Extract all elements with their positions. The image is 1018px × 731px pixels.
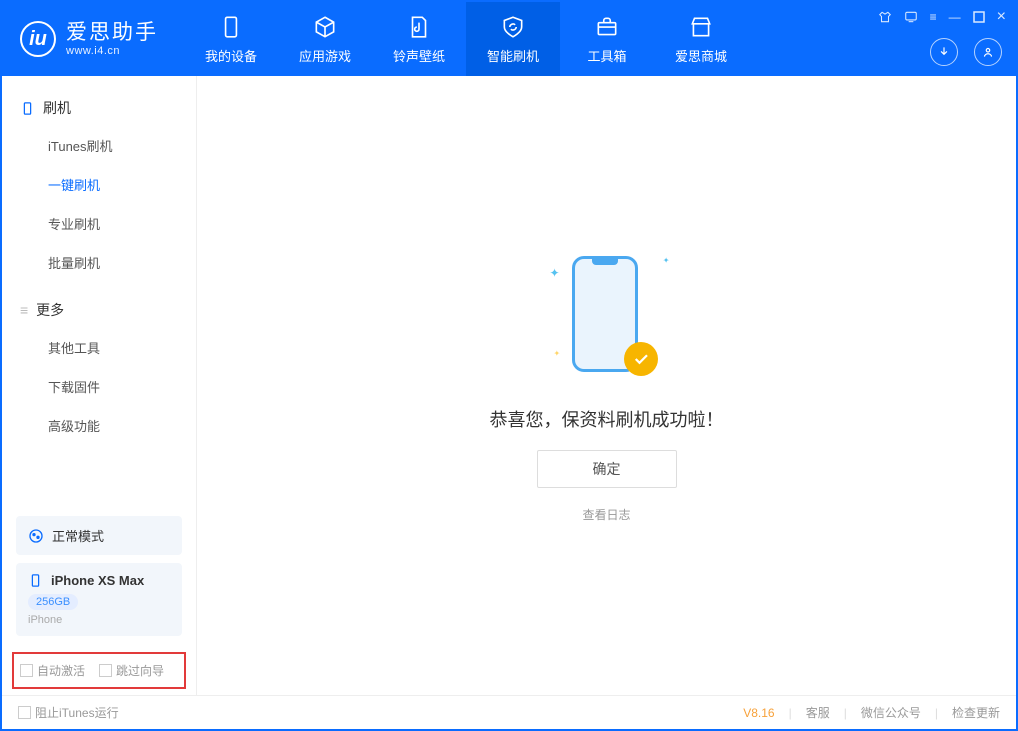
- mode-icon: [28, 528, 44, 544]
- sidebar-item-pro-flash[interactable]: 专业刷机: [2, 204, 196, 243]
- device-box[interactable]: iPhone XS Max 256GB iPhone: [16, 563, 182, 636]
- sidebar-item-advanced[interactable]: 高级功能: [2, 406, 196, 445]
- main-content: ✦ ✦ ✦ 恭喜您，保资料刷机成功啦！ 确定 查看日志: [197, 76, 1016, 695]
- list-icon: ≡: [20, 302, 28, 318]
- logo-icon: iu: [20, 21, 56, 57]
- ok-button[interactable]: 确定: [537, 450, 677, 488]
- sidebar-item-onekey-flash[interactable]: 一键刷机: [2, 165, 196, 204]
- device-name: iPhone XS Max: [51, 573, 144, 588]
- header: iu 爱思助手 www.i4.cn 我的设备 应用游戏 铃声壁纸 智能刷机: [2, 2, 1016, 76]
- toolbox-icon: [594, 14, 620, 40]
- tab-my-device[interactable]: 我的设备: [184, 2, 278, 76]
- device-type: iPhone: [28, 614, 170, 626]
- footer: 阻止iTunes运行 V8.16 | 客服 | 微信公众号 | 检查更新: [2, 695, 1016, 729]
- success-message: 恭喜您，保资料刷机成功啦！: [490, 406, 724, 432]
- sparkle-icon: ✦: [550, 266, 560, 280]
- device-icon: [20, 101, 35, 116]
- window-controls: ≡ — ×: [878, 8, 1006, 26]
- logo: iu 爱思助手 www.i4.cn: [2, 2, 176, 76]
- tab-label: 我的设备: [205, 46, 257, 65]
- checkbox-auto-activate[interactable]: 自动激活: [20, 662, 85, 679]
- checkbox-skip-guide[interactable]: 跳过向导: [99, 662, 164, 679]
- feedback-icon[interactable]: [904, 10, 918, 24]
- sparkle-icon: ✦: [554, 349, 561, 358]
- header-right-icons: [930, 38, 1002, 66]
- mode-label: 正常模式: [52, 526, 104, 545]
- mode-box[interactable]: 正常模式: [16, 516, 182, 555]
- app-url: www.i4.cn: [66, 45, 158, 57]
- view-log-link[interactable]: 查看日志: [582, 506, 630, 523]
- sidebar-section-more: ≡ 更多: [2, 292, 196, 328]
- tab-toolbox[interactable]: 工具箱: [560, 2, 654, 76]
- sidebar-item-download-firmware[interactable]: 下载固件: [2, 367, 196, 406]
- download-icon[interactable]: [930, 38, 958, 66]
- checkbox-icon: [18, 706, 31, 719]
- check-badge-icon: [624, 342, 658, 376]
- tab-smart-flash[interactable]: 智能刷机: [466, 2, 560, 76]
- phone-icon: [218, 14, 244, 40]
- music-file-icon: [406, 14, 432, 40]
- checkbox-label: 阻止iTunes运行: [35, 704, 119, 721]
- tab-label: 工具箱: [587, 46, 626, 65]
- sparkle-icon: ✦: [663, 256, 670, 265]
- nav-tabs: 我的设备 应用游戏 铃声壁纸 智能刷机 工具箱 爱思商城: [184, 2, 748, 76]
- checkbox-label: 自动激活: [37, 662, 85, 679]
- user-icon[interactable]: [974, 38, 1002, 66]
- section-title: 更多: [36, 300, 64, 320]
- menu-icon[interactable]: ≡: [930, 10, 937, 24]
- sidebar-item-itunes-flash[interactable]: iTunes刷机: [2, 126, 196, 165]
- store-icon: [688, 14, 714, 40]
- tab-label: 铃声壁纸: [393, 46, 445, 65]
- cube-icon: [312, 14, 338, 40]
- tab-label: 智能刷机: [487, 46, 539, 65]
- checkbox-block-itunes[interactable]: 阻止iTunes运行: [18, 704, 119, 721]
- logo-text: 爱思助手 www.i4.cn: [66, 21, 158, 56]
- sidebar-item-other-tools[interactable]: 其他工具: [2, 328, 196, 367]
- shirt-icon[interactable]: [878, 10, 892, 24]
- tab-label: 应用游戏: [299, 46, 351, 65]
- footer-link-update[interactable]: 检查更新: [952, 704, 1000, 721]
- section-title: 刷机: [43, 98, 71, 118]
- app-name: 爱思助手: [66, 21, 158, 44]
- close-button[interactable]: ×: [997, 8, 1006, 26]
- footer-link-support[interactable]: 客服: [806, 704, 830, 721]
- device-small-icon: [28, 573, 43, 588]
- checkbox-label: 跳过向导: [116, 662, 164, 679]
- maximize-button[interactable]: [973, 11, 985, 23]
- success-illustration: ✦ ✦ ✦: [542, 248, 672, 388]
- tab-apps-games[interactable]: 应用游戏: [278, 2, 372, 76]
- footer-link-wechat[interactable]: 微信公众号: [861, 704, 921, 721]
- refresh-shield-icon: [500, 14, 526, 40]
- device-storage: 256GB: [28, 594, 78, 610]
- sidebar-section-flash: 刷机: [2, 90, 196, 126]
- tab-label: 爱思商城: [675, 46, 727, 65]
- app-window: iu 爱思助手 www.i4.cn 我的设备 应用游戏 铃声壁纸 智能刷机: [0, 0, 1018, 731]
- footer-right: V8.16 | 客服 | 微信公众号 | 检查更新: [743, 704, 1000, 721]
- sidebar: 刷机 iTunes刷机 一键刷机 专业刷机 批量刷机 ≡ 更多 其他工具 下载固…: [2, 76, 197, 695]
- tab-store[interactable]: 爱思商城: [654, 2, 748, 76]
- minimize-button[interactable]: —: [949, 10, 961, 24]
- body: 刷机 iTunes刷机 一键刷机 专业刷机 批量刷机 ≡ 更多 其他工具 下载固…: [2, 76, 1016, 695]
- checkbox-icon: [20, 664, 33, 677]
- checkbox-icon: [99, 664, 112, 677]
- version-label: V8.16: [743, 706, 774, 720]
- tab-ringtones-wallpapers[interactable]: 铃声壁纸: [372, 2, 466, 76]
- options-highlight: 自动激活 跳过向导: [12, 652, 186, 689]
- sidebar-item-batch-flash[interactable]: 批量刷机: [2, 243, 196, 282]
